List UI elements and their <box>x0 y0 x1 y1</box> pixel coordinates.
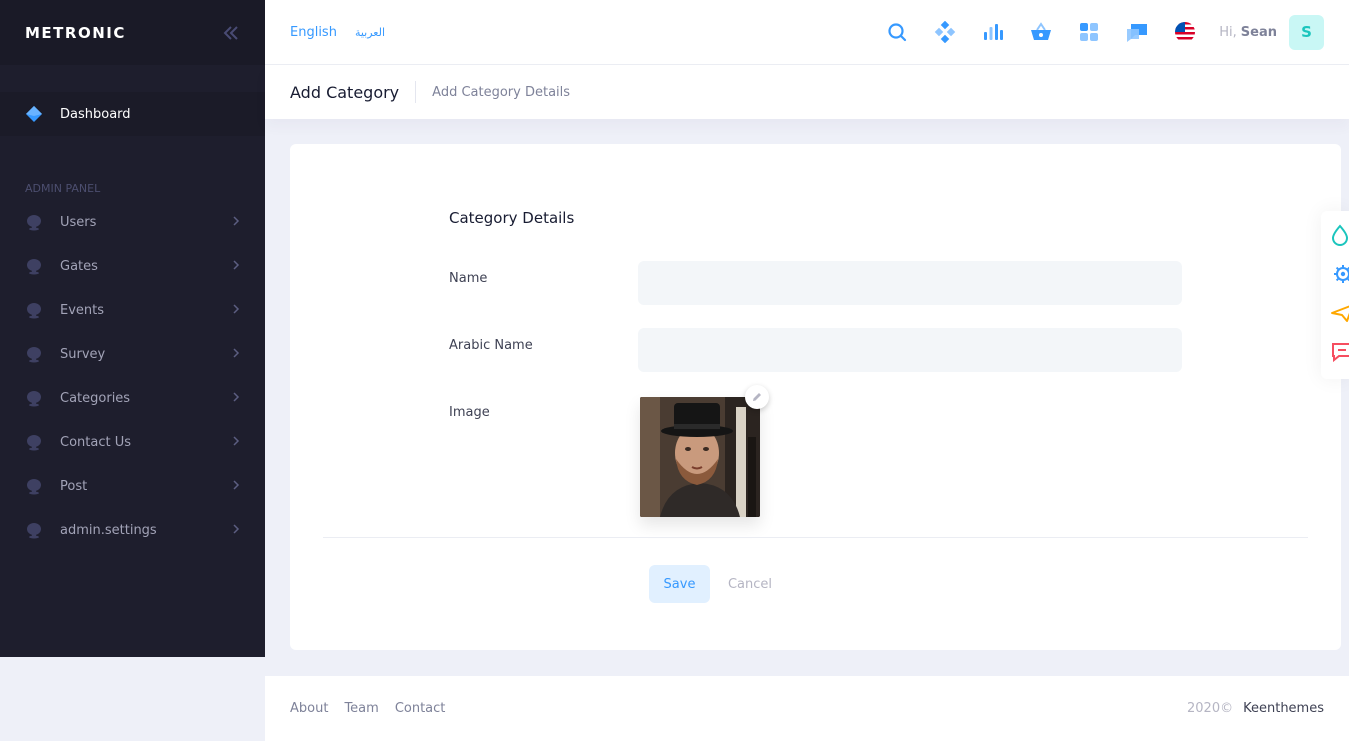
page-description: Add Category Details <box>432 84 571 100</box>
greeting-text: Hi, <box>1219 24 1237 40</box>
sticky-toolbar <box>1321 211 1349 379</box>
pencil-icon <box>751 388 763 407</box>
sidebar-item-post[interactable]: Post <box>0 464 265 508</box>
chevron-right-icon <box>232 479 240 493</box>
footer: About Team Contact 2020© Keenthemes <box>265 676 1349 741</box>
us-flag-icon[interactable] <box>1161 12 1209 52</box>
sidebar-menu: Dashboard ADMIN PANEL Users Gates Events… <box>0 65 265 552</box>
sidebar-item-events[interactable]: Events <box>0 288 265 332</box>
user-name: Sean <box>1240 24 1277 40</box>
sidebar-item-label: Contact Us <box>60 434 131 450</box>
sidebar-item-label: Post <box>60 478 88 494</box>
sidebar-item-label: Events <box>60 302 105 318</box>
sidebar-item-gates[interactable]: Gates <box>0 244 265 288</box>
sidebar-item-contact-us[interactable]: Contact Us <box>0 420 265 464</box>
sidebar-item-dashboard[interactable]: Dashboard <box>0 92 265 136</box>
subheader: Add Category Add Category Details <box>265 65 1349 119</box>
sidebar-item-label: Gates <box>60 258 98 274</box>
bar-chart-icon[interactable] <box>969 12 1017 52</box>
brand-bar: METRONIC <box>0 0 265 65</box>
dot-icon <box>25 213 60 231</box>
dot-icon <box>25 389 60 407</box>
sidebar-item-label: admin.settings <box>60 522 157 538</box>
user-greeting[interactable]: Hi, Sean <box>1219 25 1277 40</box>
name-label: Name <box>449 271 488 286</box>
arabic-name-label: Arabic Name <box>449 338 533 353</box>
subheader-separator <box>415 81 417 103</box>
chevron-right-icon <box>232 347 240 361</box>
avatar[interactable]: S <box>1289 14 1324 50</box>
paper-plane-icon[interactable] <box>1329 299 1349 327</box>
footer-link-about[interactable]: About <box>290 701 328 716</box>
footer-links: About Team Contact <box>290 701 445 716</box>
category-image[interactable] <box>640 397 760 517</box>
page-title: Add Category <box>290 82 400 102</box>
sidebar-item-label: Users <box>60 214 97 230</box>
dot-icon <box>25 257 60 275</box>
footer-link-contact[interactable]: Contact <box>395 701 446 716</box>
double-chevron-left-icon[interactable] <box>222 25 240 41</box>
image-label: Image <box>449 405 490 420</box>
chat-bubble-icon[interactable] <box>1329 338 1349 366</box>
sidebar-item-label: Dashboard <box>60 106 131 122</box>
dot-icon <box>25 521 60 539</box>
lang-arabic-link[interactable]: العربية <box>355 26 385 39</box>
section-title: ADMIN PANEL <box>25 182 101 195</box>
sidebar-item-admin-settings[interactable]: admin.settings <box>0 508 265 552</box>
chevron-right-icon <box>232 303 240 317</box>
chevron-right-icon <box>232 259 240 273</box>
lang-english-link[interactable]: English <box>290 25 337 40</box>
language-switcher: English العربية <box>290 25 385 40</box>
sidebar-item-survey[interactable]: Survey <box>0 332 265 376</box>
search-icon[interactable] <box>873 12 921 52</box>
sidebar: METRONIC Dashboard ADMIN PANEL Users Gat… <box>0 0 265 657</box>
dot-icon <box>25 345 60 363</box>
sidebar-item-label: Categories <box>60 390 131 406</box>
brand-logo[interactable]: METRONIC <box>25 24 126 42</box>
name-input[interactable] <box>638 261 1182 305</box>
header: English العربية Hi, Sean S <box>265 0 1349 65</box>
apps-grid-icon[interactable] <box>1065 12 1113 52</box>
form-divider <box>323 537 1308 538</box>
save-button[interactable]: Save <box>649 565 710 603</box>
dot-icon <box>25 433 60 451</box>
layers-icon <box>25 105 60 123</box>
copyright-year: 2020© <box>1187 701 1234 716</box>
drop-icon[interactable] <box>1329 221 1349 249</box>
chevron-right-icon <box>232 215 240 229</box>
footer-brand-link[interactable]: Keenthemes <box>1243 701 1324 716</box>
sidebar-item-categories[interactable]: Categories <box>0 376 265 420</box>
chevron-right-icon <box>232 391 240 405</box>
cancel-button[interactable]: Cancel <box>717 565 783 603</box>
diamond-grid-icon[interactable] <box>921 12 969 52</box>
chevron-right-icon <box>232 523 240 537</box>
footer-copyright: 2020© Keenthemes <box>1187 701 1324 716</box>
topbar: Hi, Sean S <box>873 12 1324 52</box>
gear-icon[interactable] <box>1329 260 1349 288</box>
arabic-name-input[interactable] <box>638 328 1182 372</box>
chevron-right-icon <box>232 435 240 449</box>
basket-icon[interactable] <box>1017 12 1065 52</box>
category-form-card: Category Details Name Arabic Name Image … <box>290 144 1341 650</box>
footer-link-team[interactable]: Team <box>344 701 378 716</box>
sidebar-item-users[interactable]: Users <box>0 200 265 244</box>
section-title: Category Details <box>449 209 575 227</box>
dot-icon <box>25 477 60 495</box>
dot-icon <box>25 301 60 319</box>
chat-icon[interactable] <box>1113 12 1161 52</box>
sidebar-item-label: Survey <box>60 346 106 362</box>
edit-image-button[interactable] <box>745 385 769 409</box>
